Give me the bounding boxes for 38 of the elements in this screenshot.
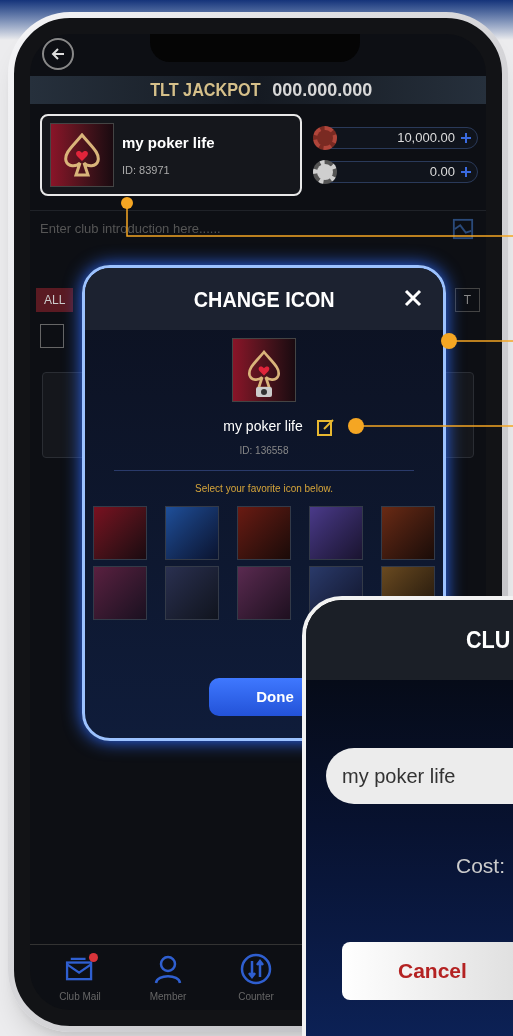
select-hint: Select your favorite icon below. bbox=[195, 482, 333, 496]
envelope-icon bbox=[65, 957, 95, 981]
spade-emblem-icon bbox=[62, 133, 102, 177]
balance-amount: 0.00 bbox=[429, 163, 455, 182]
spade-emblem-icon bbox=[246, 350, 282, 390]
arrows-circle-icon bbox=[240, 953, 272, 985]
plus-icon[interactable] bbox=[459, 131, 473, 145]
club-avatar[interactable] bbox=[232, 338, 296, 402]
cost-label: Cost: bbox=[456, 853, 506, 879]
club-profile-card[interactable]: my poker life ID: 83971 bbox=[40, 114, 302, 196]
edit-icon[interactable] bbox=[316, 417, 335, 436]
arrow-left-icon bbox=[50, 46, 66, 62]
close-icon bbox=[403, 288, 423, 308]
checkbox[interactable] bbox=[40, 324, 64, 348]
filter-tab[interactable]: T bbox=[454, 288, 480, 312]
club-id: ID: 83971 bbox=[122, 163, 171, 178]
filter-tab[interactable]: ALL bbox=[36, 288, 74, 312]
camera-icon bbox=[256, 385, 272, 397]
club-name: my poker life bbox=[223, 417, 303, 436]
dialog-title: CHANGE ICON bbox=[193, 285, 335, 314]
jackpot-amount: 000.000.000 bbox=[272, 78, 373, 102]
chip-icon bbox=[313, 126, 337, 150]
jackpot-label: TLT JACKPOT bbox=[149, 78, 261, 102]
back-button[interactable] bbox=[42, 38, 74, 70]
plus-icon[interactable] bbox=[459, 165, 473, 179]
nav-tab[interactable]: Counter bbox=[230, 953, 282, 1004]
club-id: ID: 136558 bbox=[239, 444, 289, 458]
nav-tab[interactable]: Member bbox=[142, 953, 194, 1004]
club-name-field[interactable]: my poker life bbox=[326, 748, 513, 804]
person-icon bbox=[153, 954, 183, 984]
leader-line bbox=[441, 333, 513, 349]
chip-icon bbox=[313, 160, 337, 184]
image-icon[interactable] bbox=[452, 217, 474, 240]
nav-tab[interactable]: Club Mail bbox=[54, 953, 106, 1004]
balance-amount: 10,000.00 bbox=[397, 129, 455, 148]
cancel-button[interactable]: Cancel bbox=[342, 941, 513, 1000]
club-name: my poker life bbox=[122, 132, 215, 153]
dialog-title: CLU bbox=[466, 625, 511, 655]
